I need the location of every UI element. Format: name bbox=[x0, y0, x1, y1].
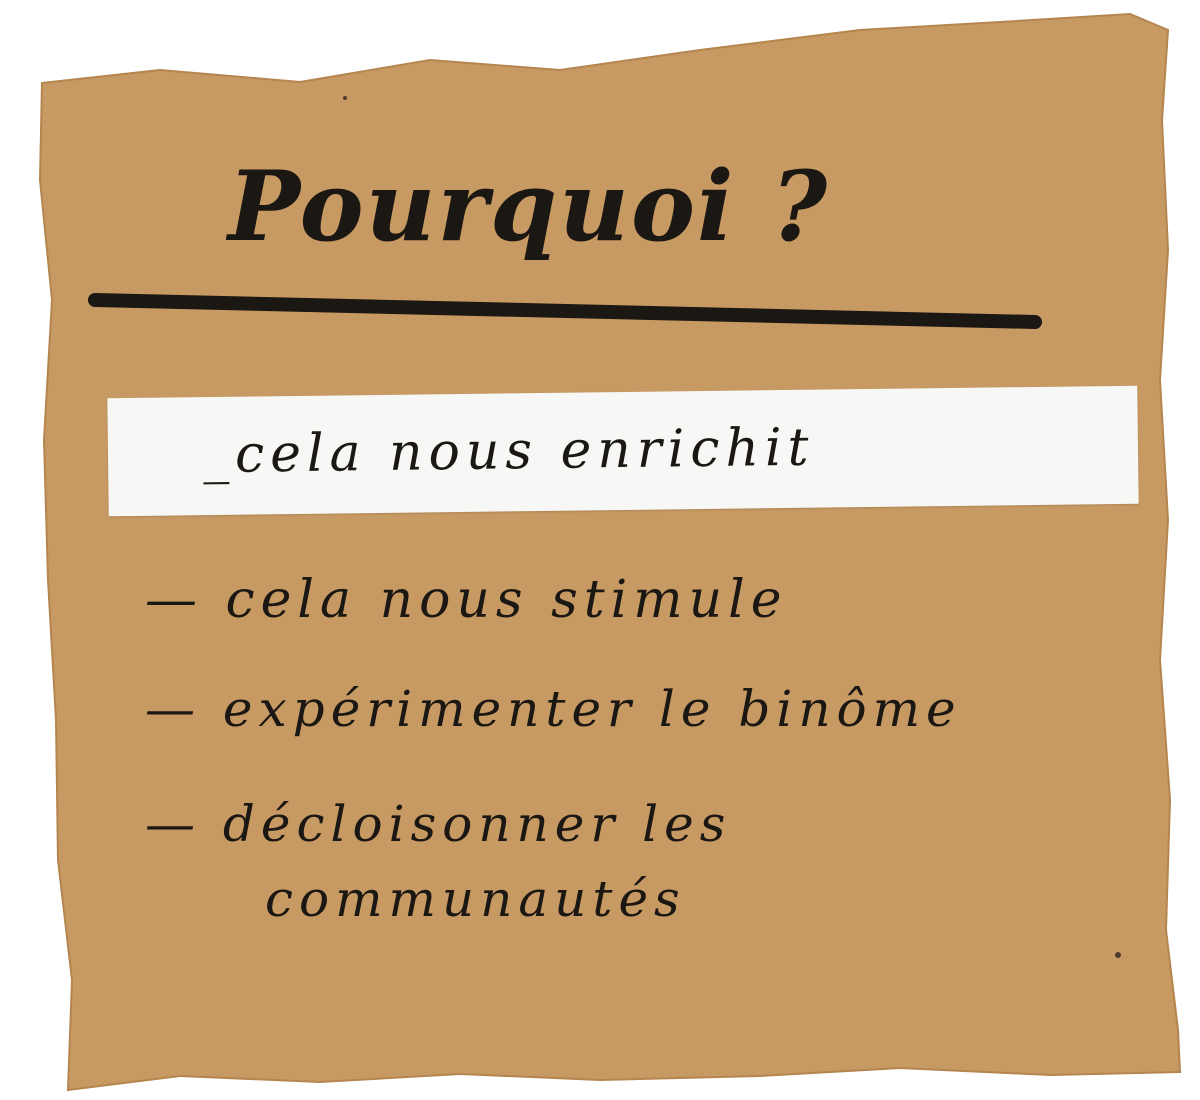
note-title: Pourquoi ? bbox=[228, 150, 830, 263]
list-item: — cela nous stimule bbox=[145, 570, 788, 630]
ink-speck bbox=[1115, 952, 1121, 958]
paper-note-photo: Pourquoi ? _cela nous enrichit — cela no… bbox=[0, 0, 1200, 1100]
list-item: — décloisonner les bbox=[145, 795, 732, 853]
list-item-continuation: communautés bbox=[265, 870, 686, 928]
highlight-label-strip: _cela nous enrichit bbox=[107, 385, 1139, 517]
ink-speck-2 bbox=[343, 96, 347, 100]
list-item: — expérimenter le binôme bbox=[145, 680, 962, 738]
highlighted-item: _cela nous enrichit bbox=[202, 417, 815, 486]
